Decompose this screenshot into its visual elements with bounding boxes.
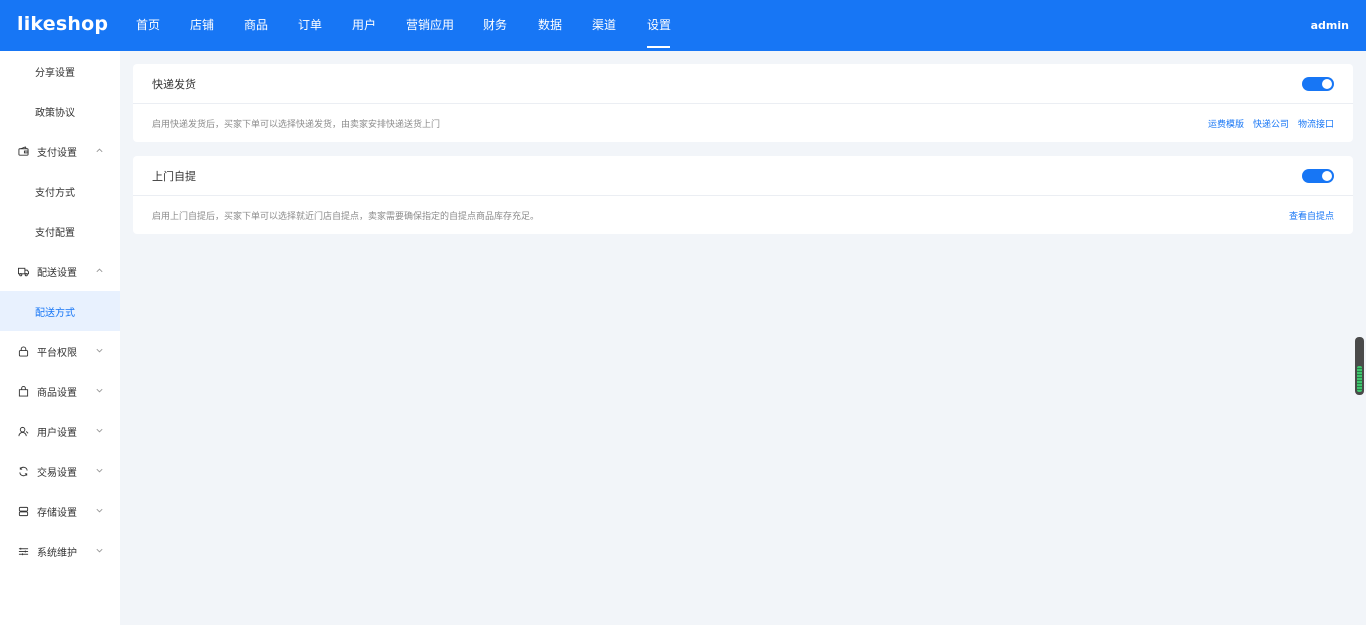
database-icon xyxy=(17,505,29,517)
sidebar-item-label: 商品设置 xyxy=(37,387,77,399)
toggle-knob xyxy=(1322,79,1332,89)
express-delivery-toggle[interactable] xyxy=(1302,77,1334,91)
card-header: 快递发货 xyxy=(133,64,1353,104)
chevron-down-icon xyxy=(94,345,104,355)
chevron-down-icon xyxy=(94,425,104,435)
card-description: 启用快递发货后，买家下单可以选择快递发货，由卖家安排快递送货上门 xyxy=(152,119,441,130)
refresh-icon xyxy=(17,465,29,477)
nav-item-finance[interactable]: 财务 xyxy=(483,0,538,51)
nav-item-home[interactable]: 首页 xyxy=(136,0,190,51)
chevron-down-icon xyxy=(94,385,104,395)
sidebar-item-delivery-methods[interactable]: 配送方式 xyxy=(0,291,120,331)
express-delivery-card: 快递发货 启用快递发货后，买家下单可以选择快递发货，由卖家安排快递送货上门 运费… xyxy=(133,64,1353,142)
chevron-up-icon xyxy=(94,145,104,155)
nav-item-data[interactable]: 数据 xyxy=(538,0,592,51)
sidebar-item-policy[interactable]: 政策协议 xyxy=(0,91,120,131)
sidebar-group-goods-settings[interactable]: 商品设置 xyxy=(0,371,120,411)
self-pickup-toggle[interactable] xyxy=(1302,169,1334,183)
chevron-down-icon xyxy=(94,545,104,555)
card-header: 上门自提 xyxy=(133,156,1353,196)
sidebar-item-label: 配送设置 xyxy=(37,267,77,279)
nav-item-marketing[interactable]: 营销应用 xyxy=(406,0,483,51)
bag-icon xyxy=(17,385,29,397)
sidebar-item-label: 政策协议 xyxy=(35,107,75,119)
nav-item-goods[interactable]: 商品 xyxy=(244,0,298,51)
sidebar-group-user-settings[interactable]: 用户设置 xyxy=(0,411,120,451)
top-nav: 首页 店铺 商品 订单 用户 营销应用 财务 数据 渠道 设置 xyxy=(136,0,671,51)
toggle-knob xyxy=(1322,171,1332,181)
nav-item-users[interactable]: 用户 xyxy=(352,0,406,51)
self-pickup-card: 上门自提 启用上门自提后，买家下单可以选择就近门店自提点，卖家需要确保指定的自提… xyxy=(133,156,1353,234)
sidebar-item-share-settings[interactable]: 分享设置 xyxy=(0,51,120,91)
scroll-indicator xyxy=(1357,366,1362,392)
view-pickup-points-link[interactable]: 查看自提点 xyxy=(1289,209,1334,222)
main-content: 快递发货 启用快递发货后，买家下单可以选择快递发货，由卖家安排快递送货上门 运费… xyxy=(120,51,1366,625)
sidebar-item-label: 支付方式 xyxy=(35,187,75,199)
nav-item-settings[interactable]: 设置 xyxy=(647,0,671,51)
nav-item-channels[interactable]: 渠道 xyxy=(592,0,635,51)
chevron-down-icon xyxy=(94,465,104,475)
sidebar-group-permissions[interactable]: 平台权限 xyxy=(0,331,120,371)
floating-scroll-widget[interactable] xyxy=(1355,337,1364,395)
logo[interactable]: likeshop xyxy=(17,13,108,35)
sidebar-item-label: 用户设置 xyxy=(37,427,77,439)
sidebar-item-label: 支付配置 xyxy=(35,227,75,239)
sidebar-item-label: 系统维护 xyxy=(37,547,77,559)
freight-template-link[interactable]: 运费模版 xyxy=(1208,117,1244,130)
nav-item-shop[interactable]: 店铺 xyxy=(190,0,244,51)
chevron-up-icon xyxy=(94,265,104,275)
express-company-link[interactable]: 快递公司 xyxy=(1253,117,1289,130)
sidebar-item-payment-methods[interactable]: 支付方式 xyxy=(0,171,120,211)
sidebar-item-label: 分享设置 xyxy=(35,67,75,79)
sidebar-item-payment-config[interactable]: 支付配置 xyxy=(0,211,120,251)
sidebar-item-label: 存储设置 xyxy=(37,507,77,519)
card-title: 快递发货 xyxy=(152,77,196,91)
card-links: 运费模版 快递公司 物流接口 xyxy=(1199,104,1334,142)
card-links: 查看自提点 xyxy=(1280,196,1334,234)
nav-item-orders[interactable]: 订单 xyxy=(298,0,352,51)
sidebar-group-payment[interactable]: 支付设置 xyxy=(0,131,120,171)
logistics-api-link[interactable]: 物流接口 xyxy=(1298,117,1334,130)
sidebar-item-label: 交易设置 xyxy=(37,467,77,479)
sidebar-group-storage-settings[interactable]: 存储设置 xyxy=(0,491,120,531)
chevron-down-icon xyxy=(94,505,104,515)
sidebar-item-label: 支付设置 xyxy=(37,147,77,159)
sidebar-group-system-maintenance[interactable]: 系统维护 xyxy=(0,531,120,571)
card-body: 启用快递发货后，买家下单可以选择快递发货，由卖家安排快递送货上门 运费模版 快递… xyxy=(133,104,1353,142)
user-icon xyxy=(17,425,29,437)
sidebar-group-delivery[interactable]: 配送设置 xyxy=(0,251,120,291)
sidebar: 分享设置 政策协议 支付设置 支付方式 支付配置 配送设置 配送方式 平台权限 xyxy=(0,51,120,625)
top-header: likeshop 首页 店铺 商品 订单 用户 营销应用 财务 数据 渠道 设置… xyxy=(0,0,1366,51)
lock-icon xyxy=(17,345,29,357)
wallet-icon xyxy=(17,145,29,157)
user-menu[interactable]: admin xyxy=(1311,0,1349,51)
card-description: 启用上门自提后，买家下单可以选择就近门店自提点，卖家需要确保指定的自提点商品库存… xyxy=(152,211,540,222)
card-title: 上门自提 xyxy=(152,169,196,183)
card-body: 启用上门自提后，买家下单可以选择就近门店自提点，卖家需要确保指定的自提点商品库存… xyxy=(133,196,1353,234)
sidebar-item-label: 配送方式 xyxy=(35,307,75,319)
sliders-icon xyxy=(17,545,29,557)
sidebar-group-trade-settings[interactable]: 交易设置 xyxy=(0,451,120,491)
truck-icon xyxy=(17,265,29,277)
sidebar-item-label: 平台权限 xyxy=(37,347,77,359)
